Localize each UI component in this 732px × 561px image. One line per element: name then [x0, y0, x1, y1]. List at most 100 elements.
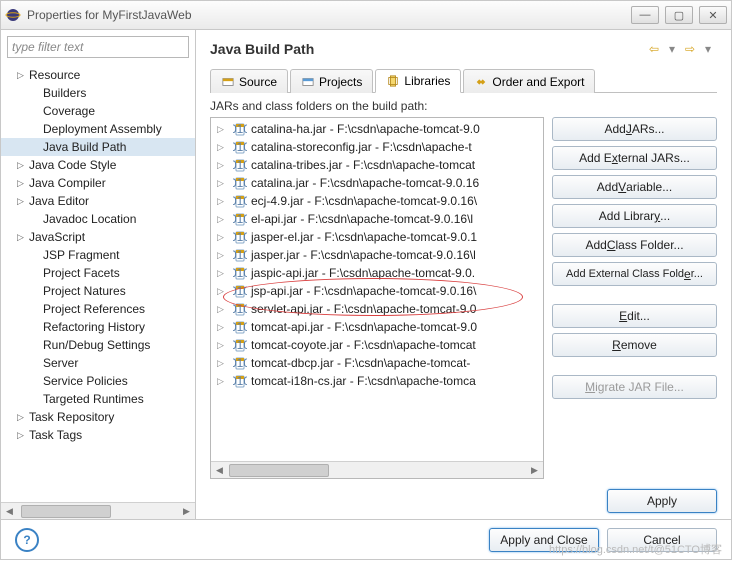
- jar-item[interactable]: ▷ 010 jaspic-api.jar - F:\csdn\apache-tomc…: [211, 264, 543, 282]
- jar-icon: 010: [233, 140, 247, 154]
- jar-label: tomcat-dbcp.jar - F:\csdn\apache-tomcat-: [251, 356, 470, 370]
- eclipse-icon: [5, 7, 21, 23]
- jar-icon: 010: [233, 356, 247, 370]
- twisty-icon: ▷: [217, 268, 229, 279]
- svg-text:010: 010: [233, 320, 247, 334]
- twisty-icon: ▷: [217, 376, 229, 387]
- jar-icon: 010: [233, 302, 247, 316]
- twisty-icon: ▷: [217, 322, 229, 333]
- sidebar-item-java-build-path[interactable]: Java Build Path: [1, 138, 195, 156]
- add-variable-button[interactable]: Add Variable...: [552, 175, 717, 199]
- svg-text:010: 010: [233, 122, 247, 136]
- jar-item[interactable]: ▷010catalina.jar - F:\csdn\apache-tomcat…: [211, 174, 543, 192]
- jar-label: catalina-tribes.jar - F:\csdn\apache-tom…: [251, 158, 475, 172]
- sidebar-item-deployment-assembly[interactable]: Deployment Assembly: [1, 120, 195, 138]
- jar-item[interactable]: ▷010el-api.jar - F:\csdn\apache-tomcat-9…: [211, 210, 543, 228]
- jar-icon: 010: [233, 194, 247, 208]
- jar-item[interactable]: ▷010servlet-api.jar - F:\csdn\apache-tom…: [211, 300, 543, 318]
- jar-icon: 010: [233, 212, 247, 226]
- sidebar-item-project-facets[interactable]: Project Facets: [1, 264, 195, 282]
- sidebar-item-task-tags[interactable]: ▷Task Tags: [1, 426, 195, 444]
- close-button[interactable]: ✕: [699, 6, 727, 24]
- tab-source[interactable]: Source: [210, 69, 288, 93]
- sidebar-item-java-editor[interactable]: ▷Java Editor: [1, 192, 195, 210]
- dropdown-icon-2[interactable]: ▾: [699, 40, 717, 58]
- jar-label: tomcat-i18n-cs.jar - F:\csdn\apache-tomc…: [251, 374, 476, 388]
- jar-item[interactable]: ▷010jasper.jar - F:\csdn\apache-tomcat-9…: [211, 246, 543, 264]
- jar-item[interactable]: ▷ 010 catalina-tribes.jar - F:\csdn\apache…: [211, 156, 543, 174]
- svg-text:010: 010: [233, 374, 247, 388]
- svg-text:010: 010: [233, 194, 247, 208]
- jar-label: el-api.jar - F:\csdn\apache-tomcat-9.0.1…: [251, 212, 473, 226]
- tab-icon: [386, 75, 400, 87]
- sidebar-item-label: Java Editor: [29, 194, 89, 208]
- jar-item[interactable]: ▷010tomcat-dbcp.jar - F:\csdn\apache-tom…: [211, 354, 543, 372]
- sidebar: type filter text ▷ResourceBuildersCovera…: [1, 30, 196, 519]
- sidebar-item-server[interactable]: Server: [1, 354, 195, 372]
- sidebar-item-resource[interactable]: ▷Resource: [1, 66, 195, 84]
- jar-icon: 010: [233, 266, 247, 280]
- sidebar-scrollbar[interactable]: ◀▶: [1, 502, 195, 519]
- twisty-icon: ▷: [17, 430, 29, 441]
- add-library-button[interactable]: Add Library...: [552, 204, 717, 228]
- jar-icon: 010: [233, 284, 247, 298]
- minimize-button[interactable]: —: [631, 6, 659, 24]
- jar-scrollbar[interactable]: ◀▶: [211, 461, 543, 478]
- sidebar-item-label: Project References: [43, 302, 145, 316]
- sidebar-item-project-natures[interactable]: Project Natures: [1, 282, 195, 300]
- sidebar-item-jsp-fragment[interactable]: JSP Fragment: [1, 246, 195, 264]
- twisty-icon: ▷: [17, 196, 29, 207]
- sidebar-item-targeted-runtimes[interactable]: Targeted Runtimes: [1, 390, 195, 408]
- sidebar-item-project-references[interactable]: Project References: [1, 300, 195, 318]
- sidebar-item-java-code-style[interactable]: ▷Java Code Style: [1, 156, 195, 174]
- jar-list[interactable]: ▷010catalina-ha.jar - F:\csdn\apache-tom…: [211, 118, 543, 461]
- help-icon[interactable]: ?: [15, 528, 39, 552]
- add-jars-button[interactable]: Add JARs...: [552, 117, 717, 141]
- category-tree[interactable]: ▷ResourceBuildersCoverageDeployment Asse…: [1, 64, 195, 502]
- forward-icon[interactable]: ⇨: [681, 40, 699, 58]
- sidebar-item-task-repository[interactable]: ▷Task Repository: [1, 408, 195, 426]
- twisty-icon: ▷: [217, 250, 229, 261]
- jar-icon: 010: [233, 374, 247, 388]
- jar-item[interactable]: ▷010tomcat-coyote.jar - F:\csdn\apache-t…: [211, 336, 543, 354]
- tab-label: Libraries: [404, 74, 450, 88]
- add-external-jars-button[interactable]: Add External JARs...: [552, 146, 717, 170]
- jar-label: catalina.jar - F:\csdn\apache-tomcat-9.0…: [251, 176, 479, 190]
- jar-label: jaspic-api.jar - F:\csdn\apache-tomcat-9…: [251, 266, 475, 280]
- apply-button[interactable]: Apply: [607, 489, 717, 513]
- sidebar-item-coverage[interactable]: Coverage: [1, 102, 195, 120]
- jar-label: catalina-storeconfig.jar - F:\csdn\apach…: [251, 140, 472, 154]
- tab-libraries[interactable]: Libraries: [375, 69, 461, 93]
- sidebar-item-builders[interactable]: Builders: [1, 84, 195, 102]
- tab-order-and-export[interactable]: Order and Export: [463, 69, 595, 93]
- remove-button[interactable]: Remove: [552, 333, 717, 357]
- jar-icon: 010: [233, 158, 247, 172]
- twisty-icon: ▷: [217, 286, 229, 297]
- jar-item[interactable]: ▷010tomcat-api.jar - F:\csdn\apache-tomc…: [211, 318, 543, 336]
- back-icon[interactable]: ⇦: [645, 40, 663, 58]
- title-bar: Properties for MyFirstJavaWeb — ▢ ✕: [0, 0, 732, 30]
- sidebar-item-java-compiler[interactable]: ▷Java Compiler: [1, 174, 195, 192]
- tab-projects[interactable]: Projects: [290, 69, 373, 93]
- button-column: Add JARs... Add External JARs... Add Var…: [552, 117, 717, 479]
- add-class-folder-button[interactable]: Add Class Folder...: [552, 233, 717, 257]
- sidebar-item-javascript[interactable]: ▷JavaScript: [1, 228, 195, 246]
- twisty-icon: ▷: [217, 160, 229, 171]
- list-heading: JARs and class folders on the build path…: [210, 99, 717, 113]
- sidebar-item-service-policies[interactable]: Service Policies: [1, 372, 195, 390]
- sidebar-item-javadoc-location[interactable]: Javadoc Location: [1, 210, 195, 228]
- edit-button[interactable]: Edit...: [552, 304, 717, 328]
- sidebar-item-run-debug-settings[interactable]: Run/Debug Settings: [1, 336, 195, 354]
- jar-item[interactable]: ▷010catalina-storeconfig.jar - F:\csdn\a…: [211, 138, 543, 156]
- jar-item[interactable]: ▷ 010 tomcat-i18n-cs.jar - F:\csdn\apache-…: [211, 372, 543, 390]
- jar-label: jsp-api.jar - F:\csdn\apache-tomcat-9.0.…: [251, 284, 476, 298]
- add-external-class-folder-button[interactable]: Add External Class Folder...: [552, 262, 717, 286]
- jar-item[interactable]: ▷010ecj-4.9.jar - F:\csdn\apache-tomcat-…: [211, 192, 543, 210]
- sidebar-item-refactoring-history[interactable]: Refactoring History: [1, 318, 195, 336]
- jar-item[interactable]: ▷010jasper-el.jar - F:\csdn\apache-tomca…: [211, 228, 543, 246]
- filter-input[interactable]: type filter text: [7, 36, 189, 58]
- jar-item[interactable]: ▷010catalina-ha.jar - F:\csdn\apache-tom…: [211, 120, 543, 138]
- dropdown-icon[interactable]: ▾: [663, 40, 681, 58]
- maximize-button[interactable]: ▢: [665, 6, 693, 24]
- jar-item[interactable]: ▷ 010 jsp-api.jar - F:\csdn\apache-tomcat-…: [211, 282, 543, 300]
